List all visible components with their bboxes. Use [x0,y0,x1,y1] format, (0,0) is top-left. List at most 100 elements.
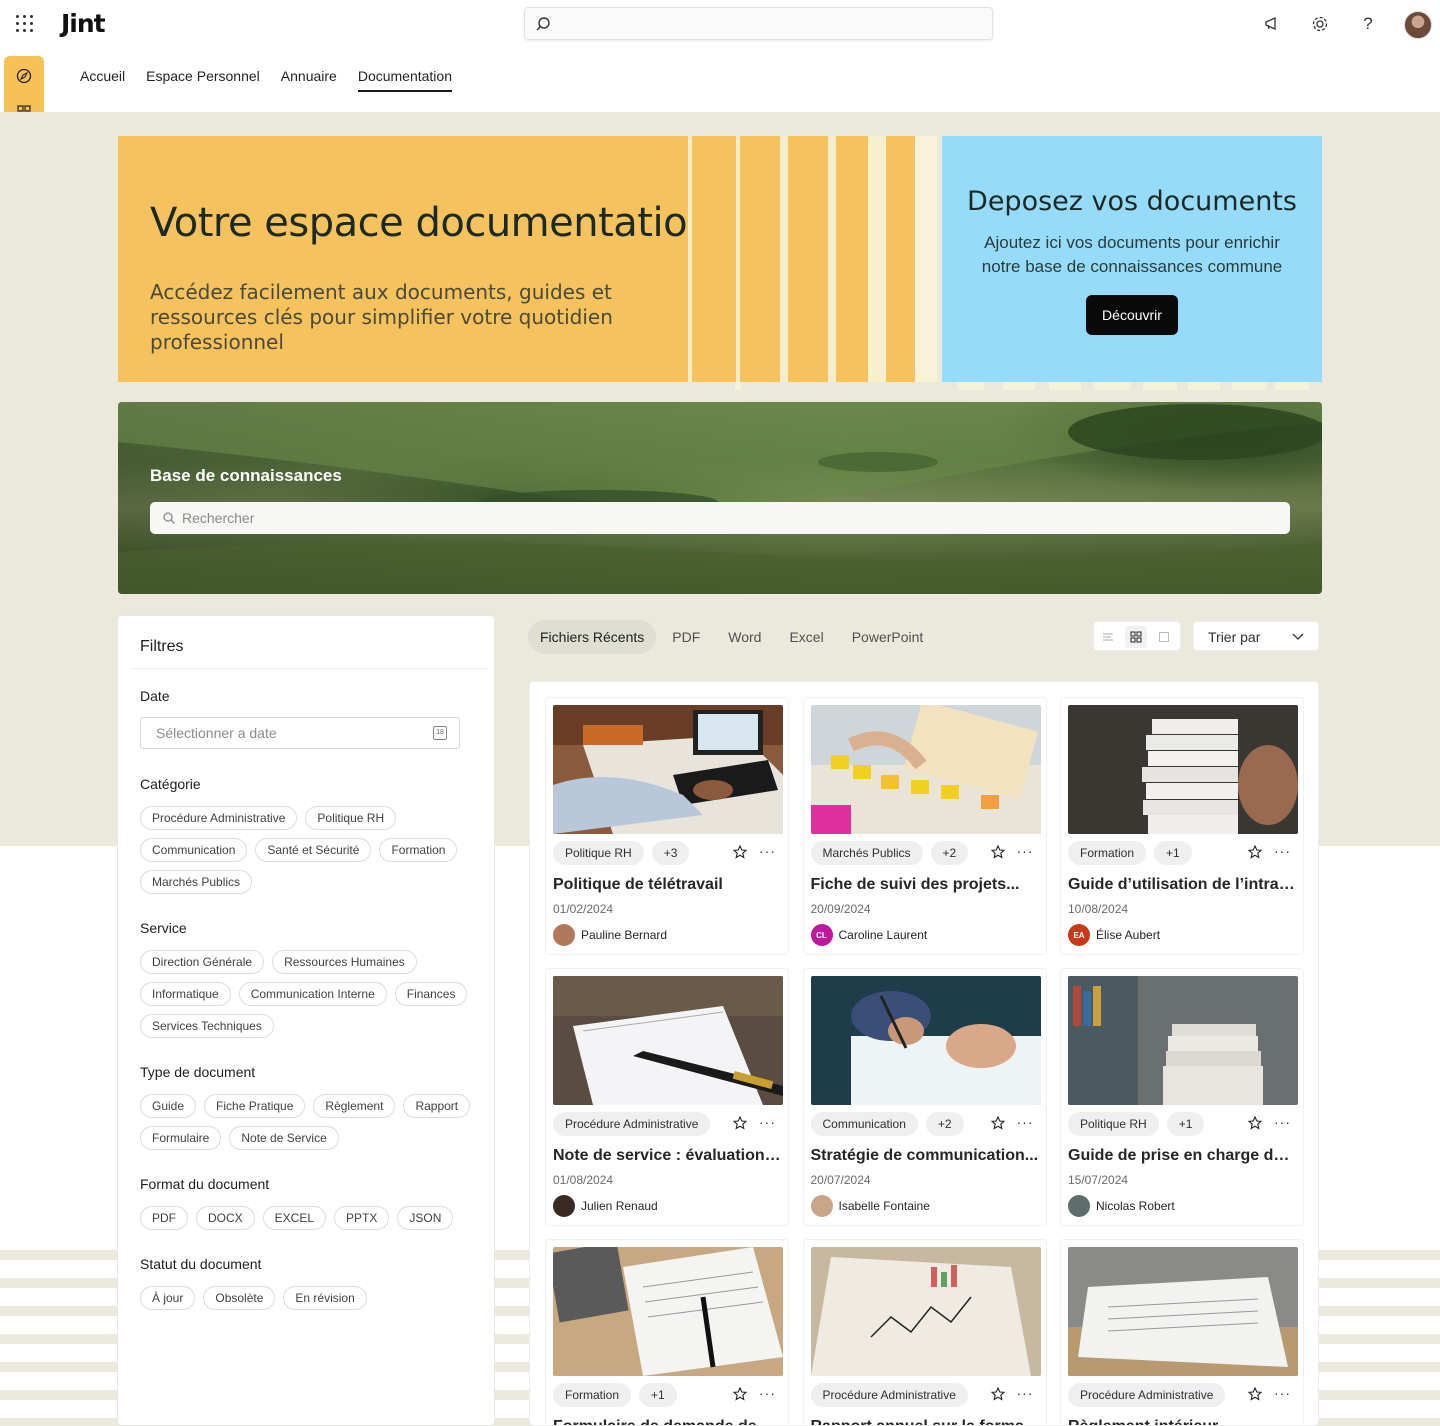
chip-guide[interactable]: Guide [140,1094,197,1118]
star-icon[interactable] [732,1386,748,1406]
document-title[interactable]: Guide d’utilisation de l’intran... [1068,876,1298,894]
star-icon[interactable] [1247,1115,1263,1135]
document-card[interactable]: Procédure Administrative ··· Note de servi… [545,968,789,1226]
compass-icon[interactable] [14,66,34,86]
list-view-icon[interactable] [1097,626,1119,648]
gear-icon[interactable] [1308,12,1332,36]
document-title[interactable]: Fiche de suivi des projets... [811,876,1041,894]
more-tags-badge[interactable]: +3 [651,841,690,865]
document-tag[interactable]: Procédure Administrative [810,1383,968,1407]
document-card[interactable]: Marchés Publics +2 ··· Fiche de suivi des p… [802,697,1047,955]
document-card[interactable]: Politique RH +3 ··· Politique de télétravai… [545,697,789,955]
document-title[interactable]: Guide de prise en charge des... [1068,1147,1298,1165]
more-options-icon[interactable]: ··· [1274,843,1291,859]
tab-word[interactable]: Word [716,620,773,654]
tab-excel[interactable]: Excel [777,620,835,654]
discover-button[interactable]: Découvrir [1086,295,1178,335]
chip-marches-publics[interactable]: Marchés Publics [140,870,253,894]
star-icon[interactable] [990,844,1005,864]
star-icon[interactable] [990,1386,1005,1406]
document-tag[interactable]: Politique RH [1068,1112,1159,1136]
star-icon[interactable] [990,1115,1005,1135]
megaphone-icon[interactable] [1260,12,1284,36]
chip-en-revision[interactable]: En révision [283,1286,367,1310]
document-card[interactable]: Communication +2 ··· Stratégie de communica… [802,968,1047,1226]
document-card[interactable]: Formation +1 ··· Formulaire de demande de c… [545,1239,789,1425]
chip-communication[interactable]: Communication [140,838,248,862]
more-options-icon[interactable]: ··· [759,843,776,859]
document-card[interactable]: Formation +1 ··· Guide d’utilisation de l’i… [1060,697,1304,955]
global-search-input[interactable] [524,7,993,40]
tab-pdf[interactable]: PDF [660,620,712,654]
sort-dropdown[interactable]: Trier par [1193,621,1319,651]
more-options-icon[interactable]: ··· [1274,1114,1291,1130]
tile-view-icon[interactable] [1153,626,1175,648]
date-picker-input[interactable]: Sélectionner a date 18 [140,717,460,749]
document-card[interactable]: Politique RH +1 ··· Guide de prise en charg… [1060,968,1304,1226]
document-thumbnail[interactable] [553,705,783,834]
chip-politique-rh[interactable]: Politique RH [305,806,397,830]
document-tag[interactable]: Communication [810,1112,918,1136]
app-launcher-icon[interactable] [16,15,34,33]
document-title[interactable]: Note de service : évaluations... [553,1147,783,1165]
chip-excel[interactable]: EXCEL [262,1206,327,1230]
app-logo[interactable]: Jint [61,9,106,38]
document-tag[interactable]: Procédure Administrative [553,1112,711,1136]
more-tags-badge[interactable]: +2 [925,1112,964,1136]
chip-fiche-pratique[interactable]: Fiche Pratique [204,1094,306,1118]
document-thumbnail[interactable] [553,1247,783,1376]
chip-pdf[interactable]: PDF [140,1206,188,1230]
chip-note-de-service[interactable]: Note de Service [229,1126,339,1150]
nav-documentation[interactable]: Documentation [357,68,452,92]
nav-espace-personnel[interactable]: Espace Personnel [146,68,260,92]
user-avatar[interactable] [1404,11,1432,39]
more-tags-badge[interactable]: +1 [639,1383,677,1407]
chip-direction-generale[interactable]: Direction Générale [140,950,265,974]
chip-obsolete[interactable]: Obsolète [203,1286,276,1310]
chip-a-jour[interactable]: À jour [140,1286,196,1310]
star-icon[interactable] [1247,1386,1263,1406]
more-options-icon[interactable]: ··· [759,1114,776,1130]
chip-procedure-administrative[interactable]: Procédure Administrative [140,806,298,830]
tab-powerpoint[interactable]: PowerPoint [840,620,936,654]
document-thumbnail[interactable] [1068,705,1298,834]
star-icon[interactable] [1247,844,1263,864]
chip-docx[interactable]: DOCX [196,1206,255,1230]
chip-services-techniques[interactable]: Services Techniques [140,1014,274,1038]
chip-ressources-humaines[interactable]: Ressources Humaines [272,950,417,974]
document-tag[interactable]: Procédure Administrative [1068,1383,1226,1407]
knowledge-search-input[interactable]: Rechercher [150,502,1290,534]
help-icon[interactable]: ? [1356,12,1380,36]
nav-annuaire[interactable]: Annuaire [281,68,337,92]
document-tag[interactable]: Formation [1068,841,1147,865]
document-tag[interactable]: Formation [553,1383,632,1407]
more-tags-badge[interactable]: +1 [1166,1112,1205,1136]
document-title[interactable]: Règlement intérieur [1068,1418,1298,1425]
document-thumbnail[interactable] [810,976,1041,1105]
document-tag[interactable]: Marchés Publics [810,841,923,865]
more-options-icon[interactable]: ··· [1017,843,1034,859]
document-tag[interactable]: Politique RH [553,841,644,865]
chip-reglement[interactable]: Règlement [313,1094,396,1118]
grid-view-icon[interactable] [1125,626,1147,648]
chip-informatique[interactable]: Informatique [140,982,231,1006]
chip-rapport[interactable]: Rapport [403,1094,471,1118]
star-icon[interactable] [732,844,748,864]
document-thumbnail[interactable] [1068,976,1298,1105]
document-title[interactable]: Stratégie de communication... [811,1147,1041,1165]
document-title[interactable]: Formulaire de demande de co... [553,1418,783,1425]
chip-finances[interactable]: Finances [394,982,468,1006]
more-tags-badge[interactable]: +2 [930,841,969,865]
chip-formation[interactable]: Formation [379,838,458,862]
document-thumbnail[interactable] [553,976,783,1105]
chip-formulaire[interactable]: Formulaire [140,1126,222,1150]
nav-accueil[interactable]: Accueil [80,68,125,92]
more-options-icon[interactable]: ··· [1274,1385,1291,1401]
chip-communication-interne[interactable]: Communication Interne [238,982,387,1006]
more-options-icon[interactable]: ··· [1017,1385,1034,1401]
chip-pptx[interactable]: PPTX [334,1206,390,1230]
more-options-icon[interactable]: ··· [1017,1114,1034,1130]
tab-fichiers-recents[interactable]: Fichiers Récents [528,620,657,654]
more-options-icon[interactable]: ··· [759,1385,776,1401]
document-thumbnail[interactable] [1068,1247,1298,1376]
